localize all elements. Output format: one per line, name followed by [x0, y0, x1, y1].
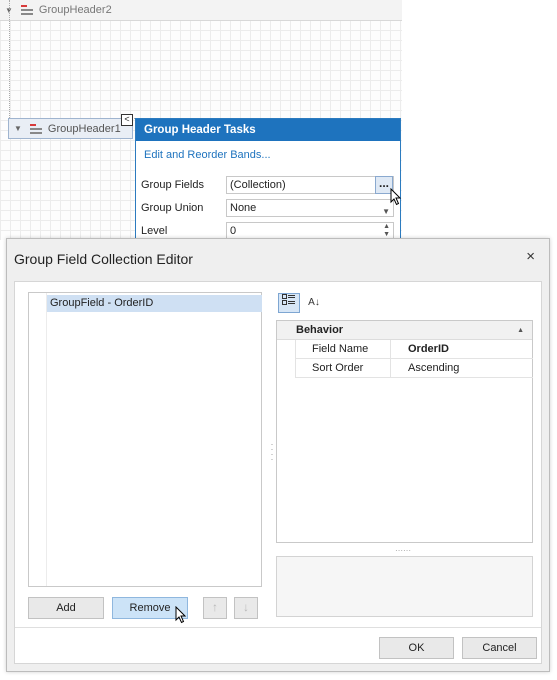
list-item[interactable]: GroupField - OrderID — [47, 295, 262, 312]
cancel-button[interactable]: Cancel — [462, 637, 537, 659]
group-header-tasks-panel: Group Header Tasks Edit and Reorder Band… — [135, 118, 401, 242]
add-button[interactable]: Add — [28, 597, 104, 619]
mouse-pointer-icon — [175, 606, 187, 624]
move-down-button[interactable]: ↓ — [234, 597, 258, 619]
categorized-icon[interactable] — [278, 293, 300, 313]
band-groupheader2[interactable]: ▼ GroupHeader2 — [0, 0, 402, 21]
spin-buttons-icon[interactable]: ▲ ▼ — [383, 223, 390, 239]
category-label: Behavior — [296, 324, 344, 336]
band-guide-vertical — [9, 0, 10, 120]
property-grid[interactable]: Behavior ▲ Field Name OrderID Sort Order… — [276, 320, 533, 543]
close-icon[interactable]: × — [526, 248, 535, 265]
property-value[interactable]: Ascending — [392, 359, 459, 378]
horizontal-splitter[interactable]: ⋯⋯ — [395, 546, 411, 555]
group-fields-value[interactable]: (Collection) ... — [226, 176, 394, 194]
footer-divider — [15, 627, 541, 628]
group-union-combo[interactable]: None ▼ — [226, 199, 394, 217]
group-union-label: Group Union — [141, 202, 204, 214]
sort-az-glyph: A↓ — [308, 297, 320, 308]
mouse-pointer-icon — [390, 188, 402, 206]
group-fields-text: (Collection) — [230, 179, 286, 191]
band-expand-icon[interactable]: ▼ — [14, 124, 22, 133]
property-value[interactable]: OrderID — [392, 340, 449, 359]
property-row-sort-order[interactable]: Sort Order Ascending — [295, 359, 533, 378]
group-header-band-icon — [29, 123, 42, 134]
property-name: Sort Order — [295, 359, 391, 378]
dialog-title: Group Field Collection Editor — [14, 251, 193, 267]
group-field-list[interactable]: GroupField - OrderID — [28, 292, 262, 587]
level-text: 0 — [230, 225, 237, 237]
group-field-collection-editor-dialog: Group Field Collection Editor × GroupFie… — [6, 238, 550, 672]
category-behavior[interactable]: Behavior ▲ — [277, 321, 532, 340]
categorized-icon — [282, 294, 295, 305]
edit-reorder-bands-link[interactable]: Edit and Reorder Bands... — [144, 149, 271, 161]
vertical-splitter[interactable]: · · · · — [269, 440, 275, 464]
property-name: Field Name — [295, 340, 391, 359]
group-header-band-icon — [20, 5, 33, 15]
group-union-text: None — [230, 202, 257, 214]
chevron-up-icon[interactable]: ▲ — [517, 321, 524, 340]
group-fields-label: Group Fields — [141, 179, 204, 191]
move-up-button[interactable]: ↑ — [203, 597, 227, 619]
level-label: Level — [141, 225, 168, 237]
band-label: GroupHeader2 — [38, 4, 112, 16]
tasks-panel-title: Group Header Tasks — [136, 119, 400, 141]
chevron-down-icon[interactable]: ▼ — [382, 204, 390, 220]
band-label: GroupHeader1 — [47, 122, 121, 135]
band-groupheader1[interactable]: ▼ GroupHeader1 — [8, 118, 133, 139]
property-row-field-name[interactable]: Field Name OrderID — [295, 340, 533, 359]
smart-tag-button[interactable]: < — [121, 114, 133, 126]
sort-az-icon[interactable]: A↓ — [303, 293, 325, 313]
description-panel — [276, 556, 533, 617]
list-gutter — [29, 293, 47, 586]
ok-button[interactable]: OK — [379, 637, 454, 659]
dialog-content: GroupField - OrderID Add Remove ↑ ↓ · · · ·… — [14, 281, 542, 664]
